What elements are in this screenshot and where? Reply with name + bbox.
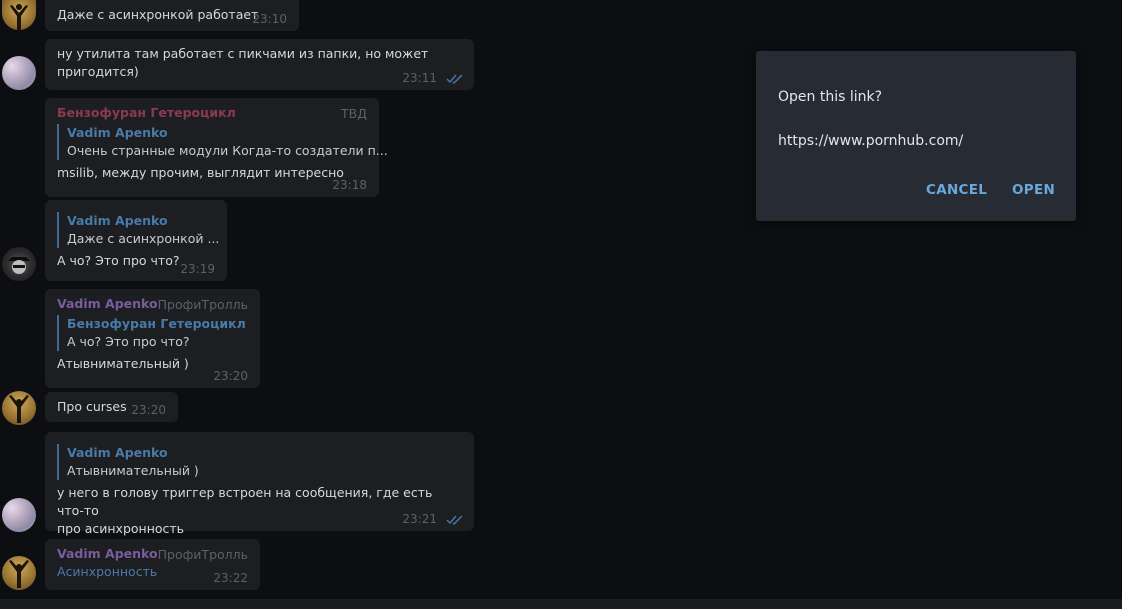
message-time: 23:18	[332, 178, 367, 192]
double-check-icon	[446, 74, 463, 84]
message-text-line: у него в голову триггер встроен на сообщ…	[57, 485, 433, 518]
message-bubble[interactable]: Про curses 23:20	[45, 392, 178, 422]
avatar[interactable]	[2, 247, 36, 281]
member-tag: ПрофиТролль	[157, 547, 248, 562]
message-bubble[interactable]: ну утилита там работает с пикчами из пап…	[45, 39, 474, 90]
quote-text: Атывнимательный )	[67, 463, 199, 478]
quote-author: Vadim Apenko	[67, 445, 168, 460]
cancel-button[interactable]: CANCEL	[926, 175, 987, 205]
quote-text: А чо? Это про что?	[67, 334, 190, 349]
message-bubble[interactable]: Vadim Apenko ПрофиТролль Бензофуран Гете…	[45, 289, 260, 388]
quote-author: Vadim Apenko	[67, 125, 168, 140]
message-time: 23:11	[402, 71, 437, 85]
quote-text: Очень странные модули Когда-то создатели…	[67, 143, 388, 158]
reply-quote[interactable]: Vadim Apenko Очень странные модули Когда…	[57, 124, 388, 160]
member-tag: ПрофиТролль	[157, 297, 248, 312]
quote-author: Бензофуран Гетероцикл	[67, 316, 246, 331]
message-bubble[interactable]: Vadim Apenko Атывнимательный ) у него в …	[45, 432, 474, 536]
avatar[interactable]	[2, 56, 36, 90]
input-area-edge	[0, 599, 1122, 609]
avatar[interactable]	[2, 391, 36, 425]
message-text: msilib, между прочим, выглядит интересно	[57, 165, 344, 180]
quote-text: Даже с асинхронкой ...	[67, 231, 220, 246]
message-bubble[interactable]: Vadim Apenko ПрофиТролль Асинхронность 2…	[45, 539, 260, 590]
message-time: 23:21	[402, 512, 437, 526]
avatar[interactable]	[2, 498, 36, 532]
message-bubble[interactable]: Даже с асинхронкой работает 23:10	[45, 0, 299, 31]
dialog-url: https://www.pornhub.com/	[778, 133, 964, 149]
avatar[interactable]	[2, 556, 36, 590]
message-time: 23:19	[180, 262, 215, 276]
message-text-line: пригодится)	[57, 64, 139, 79]
double-check-icon	[446, 515, 463, 525]
message-text-line: ну утилита там работает с пикчами из пап…	[57, 46, 429, 61]
open-button[interactable]: OPEN	[1012, 175, 1055, 205]
reply-quote[interactable]: Vadim Apenko Атывнимательный )	[57, 444, 462, 480]
message-bubble[interactable]: Бензофуран Гетероцикл ТВД Vadim Apenko О…	[45, 98, 388, 197]
quote-author: Vadim Apenko	[67, 213, 168, 228]
message-time: 23:20	[213, 369, 248, 383]
member-tag: ТВД	[341, 106, 367, 121]
sender-name[interactable]: Бензофуран Гетероцикл	[57, 104, 367, 122]
message-bubble[interactable]: Vadim Apenko Даже с асинхронкой ... А чо…	[45, 200, 227, 281]
message-text-line: про асинхронность	[57, 521, 185, 536]
avatar[interactable]	[2, 0, 36, 30]
dialog-title: Open this link?	[778, 89, 883, 105]
reply-quote[interactable]: Бензофуран Гетероцикл А чо? Это про что?	[57, 315, 248, 351]
message-time: 23:10	[252, 12, 287, 26]
reply-quote[interactable]: Vadim Apenko Даже с асинхронкой ...	[57, 212, 220, 248]
open-link-dialog: Open this link? https://www.pornhub.com/…	[756, 51, 1076, 221]
message-time: 23:20	[131, 403, 166, 417]
message-time: 23:22	[213, 571, 248, 585]
